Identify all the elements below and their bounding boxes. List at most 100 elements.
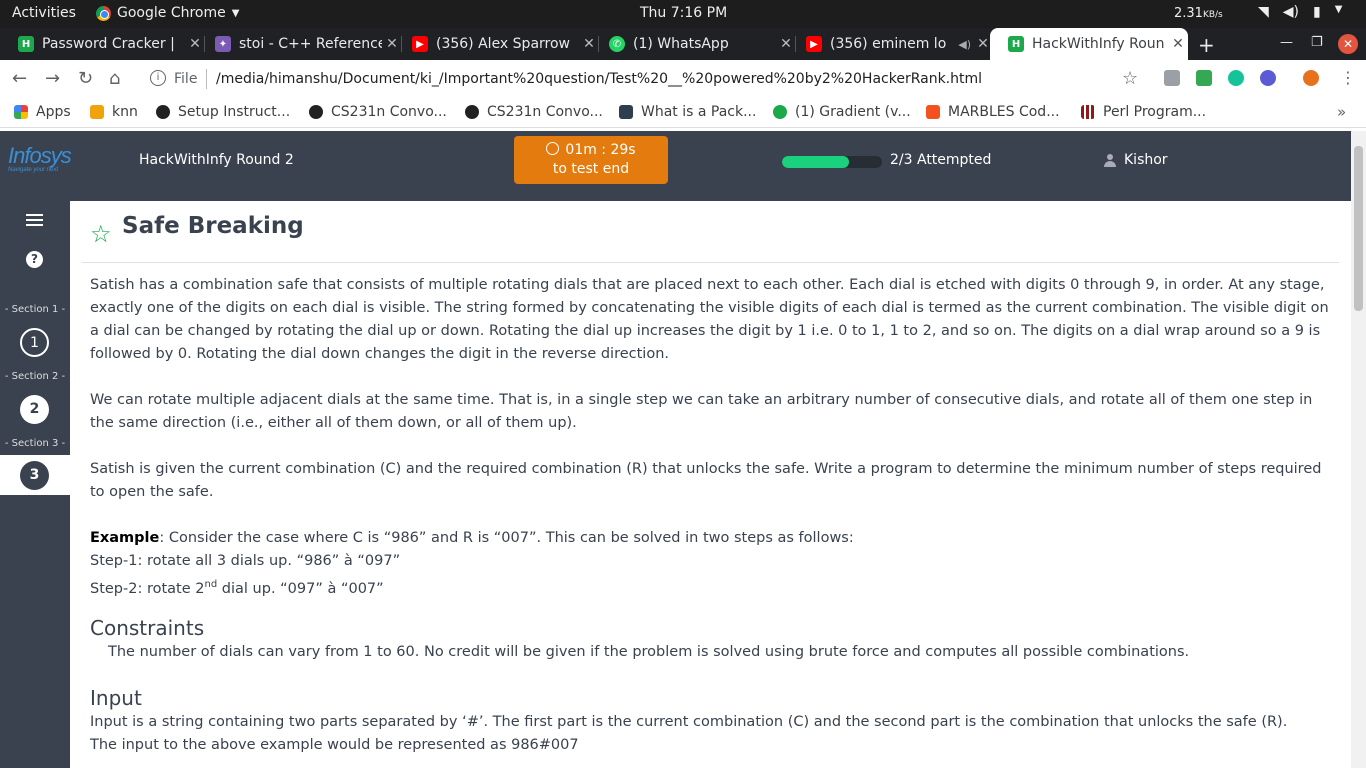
attempted-count: 2/3 Attempted	[890, 152, 992, 168]
cplusplus-icon: ✦	[215, 36, 231, 52]
site-icon	[1081, 105, 1095, 119]
reload-button[interactable]: ↻	[78, 68, 93, 89]
app-name: Google Chrome	[117, 5, 226, 21]
question-2-button[interactable]: 2	[20, 395, 49, 424]
section-label: - Section 2 -	[4, 371, 66, 382]
clock[interactable]: Thu 7:16 PM	[640, 5, 727, 21]
tab-title: stoi - C++ Reference	[239, 36, 382, 52]
grammarly-extension-icon[interactable]	[1228, 70, 1244, 86]
app-menu[interactable]: Google Chrome ▼	[96, 5, 239, 21]
input-example: The input to the above example would be …	[90, 736, 579, 753]
address-bar[interactable]: i File /media/himanshu/Document/ki_/Impo…	[140, 64, 1150, 94]
paragraph: Satish has a combination safe that consi…	[90, 277, 1329, 362]
new-tab-button[interactable]: +	[1198, 33, 1215, 57]
bookmark-setup-instructions[interactable]: Setup Instruct...	[156, 104, 290, 120]
close-tab-icon[interactable]: ✕	[1168, 36, 1188, 52]
example-block: Example: Consider the case where C is “9…	[90, 530, 854, 597]
user-icon	[1104, 153, 1116, 167]
chevron-down-icon: ▼	[1334, 4, 1343, 15]
home-button[interactable]: ⌂	[109, 68, 120, 89]
bookmark-marbles[interactable]: MARBLES Cod...	[926, 104, 1060, 120]
test-timer: 01m : 29s to test end	[514, 136, 668, 184]
activities-button[interactable]: Activities	[12, 5, 76, 21]
shield-extension-icon[interactable]	[1164, 70, 1180, 86]
tab-whatsapp[interactable]: ✆ (1) WhatsApp ✕	[591, 28, 796, 60]
close-window-button[interactable]: ✕	[1338, 34, 1358, 54]
minimize-button[interactable]: —	[1280, 35, 1293, 50]
site-icon	[619, 105, 633, 119]
section-label: - Section 3 -	[4, 438, 66, 449]
constraints-text: The number of dials can vary from 1 to 6…	[108, 643, 1190, 660]
bookmark-perl[interactable]: Perl Program...	[1081, 104, 1206, 120]
star-outline-icon[interactable]: ☆	[90, 220, 112, 248]
tab-password-cracker[interactable]: H Password Cracker | ✕	[0, 28, 205, 60]
folder-icon	[90, 105, 104, 119]
menu-icon[interactable]	[26, 214, 43, 229]
info-icon[interactable]: i	[150, 70, 166, 86]
back-button[interactable]: ←	[12, 68, 27, 89]
question-1-button[interactable]: 1	[20, 328, 49, 357]
help-icon[interactable]: ?	[26, 251, 43, 268]
test-header: Infosys Navigate your next HackWithInfy R…	[0, 131, 1351, 201]
more-bookmarks-icon[interactable]: »	[1337, 103, 1346, 121]
page-scrollbar[interactable]	[1351, 131, 1366, 768]
bookmark-apps[interactable]: Apps	[14, 104, 71, 120]
tab-youtube-eminem[interactable]: ▶ (356) eminem lo ◀) ✕	[788, 28, 993, 60]
question-3-button[interactable]: 3	[20, 461, 49, 490]
scheme-label: File	[174, 71, 198, 87]
battery-icon: ▮	[1313, 4, 1321, 20]
input-text: Input is a string containing two parts s…	[90, 713, 1288, 730]
apps-grid-icon	[14, 105, 28, 119]
profile-avatar[interactable]	[1303, 70, 1319, 86]
paragraph: Satish is given the current combination …	[90, 461, 1322, 500]
infosys-logo: Infosys Navigate your next	[8, 143, 72, 173]
network-speed: 2.31KB/s	[1174, 6, 1223, 21]
caret-down-icon: ▼	[231, 7, 240, 19]
bookmark-knn[interactable]: knn	[90, 104, 138, 120]
hackerrank-icon	[773, 105, 787, 119]
attempt-progress-bar	[782, 156, 882, 168]
extension-icon[interactable]	[1260, 70, 1276, 86]
tab-stoi[interactable]: ✦ stoi - C++ Reference ✕	[197, 28, 402, 60]
tab-youtube-alex-sparrow[interactable]: ▶ (356) Alex Sparrow ✕	[394, 28, 599, 60]
bookmark-gradient[interactable]: (1) Gradient (v...	[773, 104, 911, 120]
constraints-heading: Constraints	[90, 615, 205, 640]
tab-title: Password Cracker |	[42, 36, 175, 52]
system-tray[interactable]: ◥ ◀) ▮ ▼	[1258, 4, 1342, 20]
tab-title: HackWithInfy Roun	[1032, 36, 1165, 52]
inbox-extension-icon[interactable]	[1196, 70, 1212, 86]
chrome-menu-icon[interactable]: ⋮	[1340, 68, 1356, 87]
bookmark-cs231n-1[interactable]: CS231n Convo...	[309, 104, 447, 120]
github-icon	[156, 105, 170, 119]
github-icon	[465, 105, 479, 119]
tab-hackwithinfy[interactable]: H HackWithInfy Roun ✕	[990, 28, 1188, 60]
youtube-icon: ▶	[806, 36, 822, 52]
bookmark-cs231n-2[interactable]: CS231n Convo...	[465, 104, 603, 120]
chrome-icon	[96, 5, 111, 21]
volume-icon: ◀)	[1282, 4, 1300, 20]
input-heading: Input	[90, 685, 142, 710]
problem-statement: Satish has a combination safe that consi…	[90, 274, 1330, 757]
audio-playing-icon[interactable]: ◀)	[958, 38, 971, 51]
system-top-bar: Activities Google Chrome ▼ Thu 7:16 PM 2…	[0, 0, 1366, 28]
whatsapp-icon: ✆	[609, 36, 625, 52]
forward-button[interactable]: →	[45, 68, 60, 89]
user-menu[interactable]: Kishor	[1104, 152, 1168, 168]
tab-title: (1) WhatsApp	[633, 36, 729, 52]
navigation-bar: ← → ↻ ⌂ i File /media/himanshu/Document/…	[0, 60, 1366, 98]
question-navigator: ? - Section 1 - 1 - Section 2 - 2 - Sect…	[0, 201, 70, 768]
url-text[interactable]: /media/himanshu/Document/ki_/Important%2…	[216, 71, 982, 87]
wifi-icon: ◥	[1258, 4, 1269, 20]
bookmarks-bar: Apps knn Setup Instruct... CS231n Convo.…	[0, 98, 1366, 128]
hackerrank-icon: H	[18, 36, 34, 52]
bookmark-star-icon[interactable]: ☆	[1122, 68, 1138, 89]
section-label: - Section 1 -	[4, 304, 66, 315]
bookmark-what-is-a-package[interactable]: What is a Pack...	[619, 104, 756, 120]
tab-strip: H Password Cracker | ✕ ✦ stoi - C++ Refe…	[0, 28, 1366, 60]
blogger-icon	[926, 105, 940, 119]
tab-title: (356) Alex Sparrow	[436, 36, 570, 52]
clock-icon	[546, 142, 560, 155]
paragraph: We can rotate multiple adjacent dials at…	[90, 392, 1313, 431]
scrollbar-thumb[interactable]	[1354, 146, 1363, 311]
maximize-button[interactable]: ❐	[1311, 35, 1323, 50]
